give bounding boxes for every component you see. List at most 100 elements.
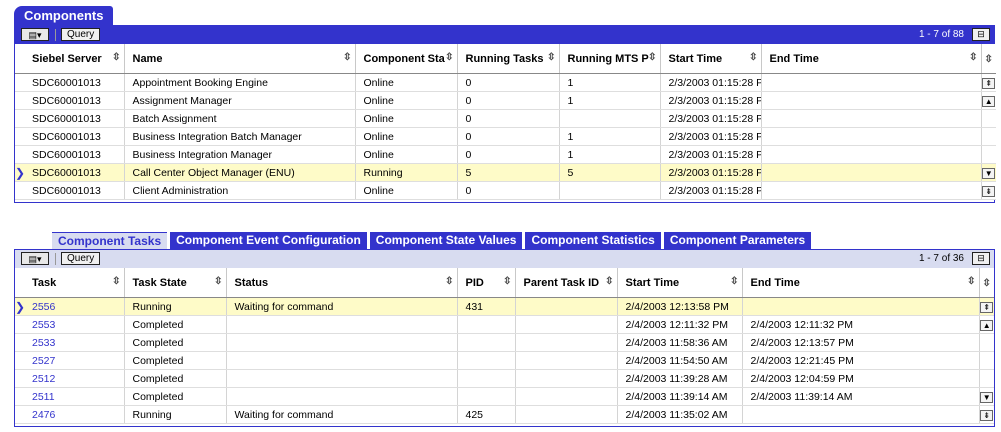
column-header-label: Component Sta [363, 52, 445, 65]
cell-component-sta: Online [355, 109, 458, 128]
scroll-down-icon[interactable]: ▼ [979, 387, 994, 406]
column-header-running-tasks[interactable]: Running Tasks ⇳ [457, 44, 560, 74]
cell-task[interactable]: 2556 [24, 297, 125, 316]
scroll-first-icon[interactable]: ⇞ [979, 297, 994, 316]
tab-component-event-configuration[interactable]: Component Event Configuration [170, 232, 367, 249]
cell-task[interactable]: 2512 [24, 369, 125, 388]
table-row[interactable]: SDC60001013 Batch Assignment Online 0 2/3/20… [15, 109, 996, 128]
sort-icon[interactable]: ⇳ [648, 52, 656, 63]
scrollbar-track[interactable] [979, 369, 994, 388]
scrollbar-track[interactable] [981, 109, 996, 128]
sort-icon[interactable]: ⇳ [605, 276, 613, 287]
cell-running-tasks: 0 [457, 73, 560, 92]
cell-end-time [761, 145, 982, 164]
cell-siebel-server: SDC60001013 [24, 163, 125, 182]
sort-icon[interactable]: ⇳ [343, 52, 351, 63]
column-header-start-time[interactable]: Start Time ⇳ [617, 268, 743, 298]
menu-icon[interactable]: ▤▾ [21, 28, 49, 41]
toolbar-separator [55, 253, 56, 265]
cell-task-state: Completed [124, 369, 227, 388]
sort-icon[interactable]: ⇳ [749, 52, 757, 63]
column-header-name[interactable]: Name ⇳ [124, 44, 356, 74]
table-row[interactable]: SDC60001013 Assignment Manager Online 0 1 2/3… [15, 91, 996, 110]
column-header-pid[interactable]: PID ⇳ [457, 268, 516, 298]
table-row[interactable]: 2476 Running Waiting for command 425 2/4/200… [15, 405, 994, 424]
scrollbar-track[interactable] [979, 333, 994, 352]
tab-component-statistics[interactable]: Component Statistics [525, 232, 661, 249]
row-indicator-header [15, 44, 24, 74]
components-tab[interactable]: Components [14, 6, 114, 26]
tab-component-state-values[interactable]: Component State Values [369, 232, 523, 249]
cell-start-time: 2/3/2003 01:15:28 P [660, 145, 762, 164]
sort-icon[interactable]: ⇳ [445, 52, 453, 63]
scrollbar-track[interactable] [981, 145, 996, 164]
column-header-label: Running MTS P [567, 52, 649, 65]
cell-component-sta: Online [355, 73, 458, 92]
sort-icon[interactable]: ⇳ [547, 52, 555, 63]
cell-task-state: Running [124, 405, 227, 424]
cell-pid [457, 315, 516, 334]
table-row[interactable]: 2511 Completed 2/4/2003 11:39:14 AM 2/4/200… [15, 387, 994, 406]
sort-icon[interactable]: ⇳ [214, 276, 222, 287]
query-button[interactable]: Query [61, 28, 101, 41]
column-header-task[interactable]: Task ⇳ [24, 268, 125, 298]
scrollbar-track[interactable] [979, 351, 994, 370]
table-row[interactable]: SDC60001013 Client Administration Online 0 2… [15, 181, 996, 200]
sort-icon[interactable]: ⇳ [445, 276, 453, 287]
cell-task[interactable]: 2527 [24, 351, 125, 370]
cell-task[interactable]: 2553 [24, 315, 125, 334]
column-header-end-time[interactable]: End Time ⇳ [761, 44, 982, 74]
scroll-up-icon[interactable]: ▲ [981, 91, 996, 110]
cell-pid [457, 351, 516, 370]
sort-icon[interactable]: ⇳ [730, 276, 738, 287]
scroll-down-icon[interactable]: ▼ [981, 163, 996, 182]
scroll-first-icon[interactable]: ⇞ [981, 73, 996, 92]
sort-icon[interactable]: ⇳ [112, 52, 120, 63]
layout-toggle-icon[interactable]: ⊟ [972, 28, 990, 41]
table-row[interactable]: 2553 Completed 2/4/2003 12:11:32 PM 2/4/200… [15, 315, 994, 334]
cell-task-state: Completed [124, 387, 227, 406]
query-button[interactable]: Query [61, 252, 101, 265]
table-row[interactable]: 2512 Completed 2/4/2003 11:39:28 AM 2/4/200… [15, 369, 994, 388]
column-header-component-sta[interactable]: Component Sta ⇳ [355, 44, 458, 74]
cell-end-time [761, 163, 982, 182]
cell-task[interactable]: 2511 [24, 387, 125, 406]
column-header-end-time[interactable]: End Time ⇳ [742, 268, 980, 298]
cell-running-mts-p: 5 [559, 163, 661, 182]
sort-icon[interactable]: ⇳ [969, 52, 977, 63]
menu-icon[interactable]: ▤▾ [21, 252, 49, 265]
scrollbar-track[interactable] [981, 127, 996, 146]
cell-task[interactable]: 2476 [24, 405, 125, 424]
scroll-last-icon[interactable]: ⇟ [981, 181, 996, 200]
cell-task[interactable]: 2533 [24, 333, 125, 352]
sort-icon[interactable]: ⇳ [981, 44, 996, 74]
table-row[interactable]: SDC60001013 Business Integration Manager O… [15, 145, 996, 164]
cell-running-mts-p [559, 109, 661, 128]
table-row[interactable]: SDC60001013 Business Integration Batch Ma… [15, 127, 996, 146]
column-header-status[interactable]: Status ⇳ [226, 268, 458, 298]
cell-parent-task-id [515, 387, 618, 406]
layout-toggle-icon[interactable]: ⊟ [972, 252, 990, 265]
sort-icon[interactable]: ⇳ [967, 276, 975, 287]
tab-component-tasks[interactable]: Component Tasks [52, 232, 168, 249]
table-row[interactable]: ❯SDC60001013Call Center Object Manager (… [15, 163, 996, 182]
column-header-start-time[interactable]: Start Time ⇳ [660, 44, 762, 74]
scroll-up-icon[interactable]: ▲ [979, 315, 994, 334]
scroll-last-icon[interactable]: ⇟ [979, 405, 994, 424]
table-row[interactable]: 2533 Completed 2/4/2003 11:58:36 AM 2/4/200… [15, 333, 994, 352]
table-row[interactable]: 2527 Completed 2/4/2003 11:54:50 AM 2/4/200… [15, 351, 994, 370]
cell-start-time: 2/3/2003 01:15:28 P [660, 91, 762, 110]
column-header-task-state[interactable]: Task State ⇳ [124, 268, 227, 298]
tab-component-parameters[interactable]: Component Parameters [663, 232, 812, 249]
sort-icon[interactable]: ⇳ [503, 276, 511, 287]
cell-running-tasks: 0 [457, 109, 560, 128]
column-header-running-mts-p[interactable]: Running MTS P ⇳ [559, 44, 661, 74]
column-header-siebel-server[interactable]: Siebel Server ⇳ [24, 44, 125, 74]
table-row[interactable]: ❯2556RunningWaiting for command431 2/4/20… [15, 297, 994, 316]
cell-parent-task-id [515, 333, 618, 352]
task-subtabs: Component Tasks Component Event Configura… [52, 232, 814, 249]
column-header-parent-task-id[interactable]: Parent Task ID ⇳ [515, 268, 618, 298]
table-row[interactable]: SDC60001013 Appointment Booking Engine Onl… [15, 73, 996, 92]
sort-icon[interactable]: ⇳ [979, 268, 994, 298]
sort-icon[interactable]: ⇳ [112, 276, 120, 287]
